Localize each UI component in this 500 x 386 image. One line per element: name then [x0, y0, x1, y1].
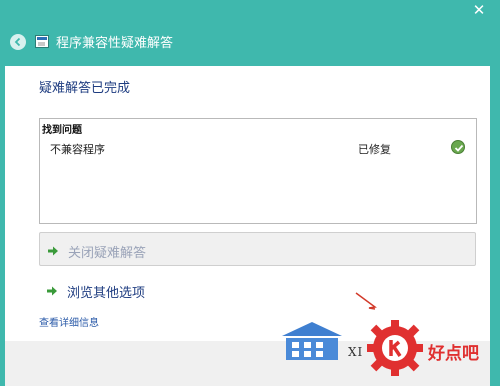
site-logo-icon — [282, 322, 342, 360]
watermark-brand-text: 好点吧 — [428, 344, 479, 364]
check-icon — [451, 140, 465, 154]
title-bar: ✕ 程序兼容性疑难解答 — [0, 0, 500, 66]
pointer-arrow-icon — [355, 292, 377, 310]
back-arrow-icon — [14, 37, 21, 47]
watermark-site-text: XI — [348, 345, 364, 359]
brand-gear-icon — [367, 320, 423, 376]
troubleshooter-window: ✕ 程序兼容性疑难解答 疑难解答已完成 找到问题 不兼容程序 已修复 关闭疑难解… — [0, 0, 500, 386]
close-troubleshooter-label: 关闭疑难解答 — [68, 246, 147, 261]
results-box: 找到问题 不兼容程序 已修复 — [39, 118, 477, 224]
result-status: 已修复 — [358, 143, 391, 156]
back-button[interactable] — [10, 34, 26, 50]
results-header: 找到问题 — [42, 125, 82, 136]
green-arrow-icon — [48, 246, 58, 256]
page-heading: 疑难解答已完成 — [39, 81, 131, 96]
green-arrow-icon — [47, 286, 57, 296]
result-name: 不兼容程序 — [50, 143, 105, 156]
troubleshooter-app-icon — [35, 35, 49, 48]
explore-options-label: 浏览其他选项 — [67, 286, 146, 301]
window-title: 程序兼容性疑难解答 — [56, 36, 174, 51]
close-button[interactable]: ✕ — [458, 0, 500, 22]
close-troubleshooter-option[interactable]: 关闭疑难解答 — [39, 232, 476, 266]
view-details-link[interactable]: 查看详细信息 — [39, 314, 99, 329]
explore-options-option[interactable]: 浏览其他选项 — [39, 273, 476, 307]
content-panel: 疑难解答已完成 找到问题 不兼容程序 已修复 关闭疑难解答 浏览其他选项 查看详… — [5, 66, 490, 341]
result-row: 不兼容程序 已修复 — [40, 136, 476, 158]
